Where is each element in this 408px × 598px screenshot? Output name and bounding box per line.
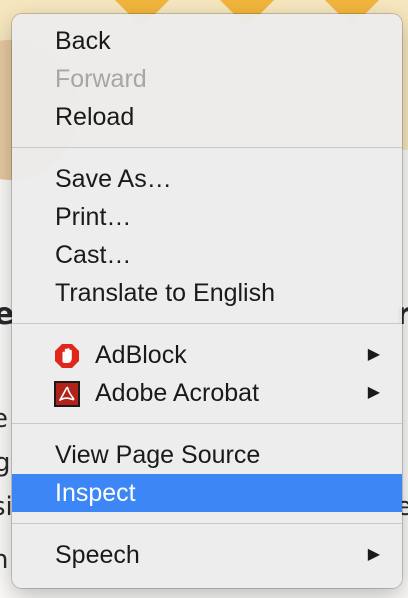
adblock-hand-icon bbox=[54, 342, 80, 368]
menu-item-label: Speech bbox=[55, 541, 140, 569]
menu-item-forward: Forward bbox=[12, 60, 402, 98]
menu-item-translate[interactable]: Translate to English bbox=[12, 274, 402, 312]
menu-item-speech[interactable]: Speech ▶ bbox=[12, 536, 402, 574]
menu-item-label: Back bbox=[55, 27, 111, 55]
context-menu: Back Forward Reload Save As… Print… Cast… bbox=[12, 14, 402, 588]
menu-item-label: Adobe Acrobat bbox=[95, 379, 260, 407]
menu-item-label: Translate to English bbox=[55, 279, 276, 307]
menu-item-reload[interactable]: Reload bbox=[12, 98, 402, 136]
menu-separator bbox=[12, 323, 402, 324]
background-text: e bbox=[0, 404, 8, 434]
menu-item-cast[interactable]: Cast… bbox=[12, 236, 402, 274]
menu-item-view-page-source[interactable]: View Page Source bbox=[12, 436, 402, 474]
menu-item-label: Inspect bbox=[55, 479, 136, 507]
menu-item-inspect[interactable]: Inspect bbox=[12, 474, 402, 512]
menu-item-adblock[interactable]: AdBlock ▶ bbox=[12, 336, 402, 374]
submenu-arrow-icon: ▶ bbox=[367, 546, 380, 563]
menu-item-label: Forward bbox=[55, 65, 147, 93]
menu-item-print[interactable]: Print… bbox=[12, 198, 402, 236]
menu-separator bbox=[12, 523, 402, 524]
background-text: g bbox=[0, 448, 11, 478]
menu-item-back[interactable]: Back bbox=[12, 22, 402, 60]
submenu-arrow-icon: ▶ bbox=[367, 384, 380, 401]
background-text: si bbox=[0, 492, 13, 522]
browser-page: e r e g si ee h Back Forward Reload Save… bbox=[0, 0, 408, 598]
menu-item-adobe-acrobat[interactable]: Adobe Acrobat ▶ bbox=[12, 374, 402, 412]
menu-separator bbox=[12, 147, 402, 148]
menu-item-label: Reload bbox=[55, 103, 135, 131]
menu-item-save-as[interactable]: Save As… bbox=[12, 160, 402, 198]
menu-item-label: AdBlock bbox=[95, 341, 187, 369]
menu-item-label: View Page Source bbox=[55, 441, 261, 469]
menu-item-label: Save As… bbox=[55, 165, 172, 193]
background-text: h bbox=[0, 545, 9, 575]
adobe-acrobat-icon bbox=[54, 380, 80, 407]
menu-separator bbox=[12, 423, 402, 424]
menu-item-label: Cast… bbox=[55, 241, 132, 269]
menu-item-label: Print… bbox=[55, 203, 132, 231]
submenu-arrow-icon: ▶ bbox=[367, 346, 380, 363]
